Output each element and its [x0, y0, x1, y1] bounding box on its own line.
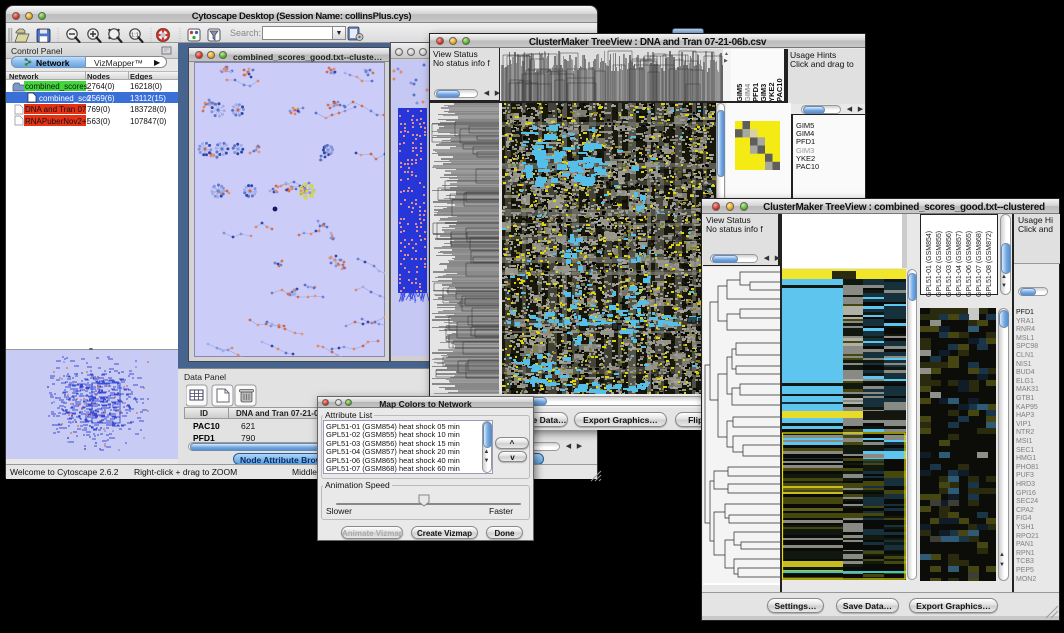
svg-text:1:1: 1:1 [131, 33, 139, 39]
